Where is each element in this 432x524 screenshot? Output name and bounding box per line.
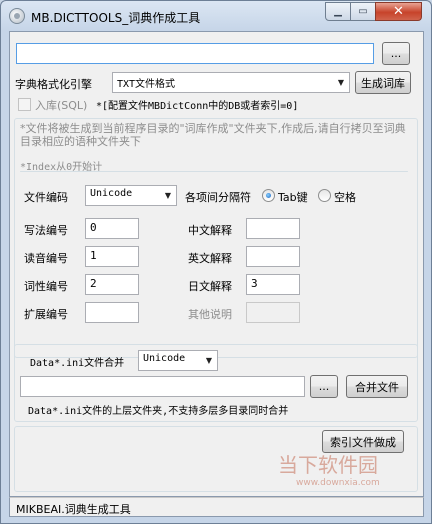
chevron-down-icon: ▼ [164, 191, 171, 200]
output-note: *文件将被生成到当前程序目录的"词库作成"文件夹下,作成后,请自行拷贝至词典目录… [20, 122, 406, 148]
jp-field[interactable]: 3 [246, 274, 300, 295]
minimize-button[interactable]: ▁ [325, 2, 351, 21]
writing-label: 写法编号 [24, 224, 68, 237]
watermark-text: 当下软件园 [278, 453, 378, 477]
reading-field[interactable]: 1 [85, 246, 139, 267]
source-path-input[interactable] [16, 43, 374, 64]
title-bar[interactable]: MB.DICTTOOLS_词典作成工具 ▁ ▭ ✕ [1, 1, 431, 31]
en-field[interactable] [246, 246, 300, 267]
reading-label: 读音编号 [24, 252, 68, 265]
browse-merge-button[interactable]: ... [310, 375, 338, 398]
app-window: MB.DICTTOOLS_词典作成工具 ▁ ▭ ✕ ... 字典格式化引擎 TX… [0, 0, 432, 524]
merge-path-input[interactable] [20, 376, 305, 397]
en-label: 英文解释 [188, 252, 232, 265]
separator-label: 各项间分隔符 [185, 191, 251, 204]
app-icon [9, 8, 25, 24]
format-select[interactable]: TXT文件格式 ▼ [112, 72, 350, 93]
maximize-button[interactable]: ▭ [350, 2, 376, 21]
encoding-select-value: Unicode [90, 188, 133, 199]
chevron-down-icon: ▼ [337, 78, 344, 87]
format-select-value: TXT文件格式 [117, 79, 176, 90]
ext-label: 扩展编号 [24, 308, 68, 321]
status-bar: MIKBEAI.词典生成工具 [9, 497, 424, 517]
divider [20, 171, 408, 172]
import-note: *[配置文件MBDictConn中的DB或者索引=0] [96, 101, 299, 112]
other-field [246, 302, 300, 323]
close-icon: ✕ [393, 4, 404, 19]
settings-group [14, 118, 418, 358]
format-label: 字典格式化引擎 [15, 78, 92, 91]
close-button[interactable]: ✕ [375, 2, 422, 21]
merge-encoding-value: Unicode [143, 353, 186, 364]
merge-note: Data*.ini文件的上层文件夹,不支持多层多目录同时合并 [28, 406, 289, 417]
other-label: 其他说明 [188, 308, 232, 321]
merge-label: Data*.ini文件合并 [30, 358, 125, 369]
import-sql-checkbox[interactable] [18, 98, 31, 111]
window-title: MB.DICTTOOLS_词典作成工具 [31, 11, 201, 25]
space-radio[interactable] [318, 189, 331, 202]
writing-field[interactable]: 0 [85, 218, 139, 239]
merge-encoding-select[interactable]: Unicode ▼ [138, 350, 218, 371]
space-radio-label: 空格 [334, 191, 356, 204]
encoding-label: 文件编码 [24, 191, 68, 204]
import-sql-label: 入库(SQL) [35, 99, 88, 112]
merge-files-button[interactable]: 合并文件 [346, 375, 408, 398]
minimize-icon: ▁ [334, 6, 342, 17]
ext-field[interactable] [85, 302, 139, 323]
pos-field[interactable]: 2 [85, 274, 139, 295]
generate-dict-button[interactable]: 生成词库 [355, 71, 411, 94]
cn-field[interactable] [246, 218, 300, 239]
watermark-url: www.downxia.com [296, 478, 380, 488]
jp-label: 日文解释 [188, 280, 232, 293]
chevron-down-icon: ▼ [205, 356, 212, 365]
tab-radio[interactable] [262, 189, 275, 202]
browse-source-button[interactable]: ... [382, 42, 410, 65]
client-area: ... 字典格式化引擎 TXT文件格式 ▼ 生成词库 入库(SQL) *[配置文… [9, 31, 424, 497]
maximize-icon: ▭ [358, 6, 368, 17]
cn-label: 中文解释 [188, 224, 232, 237]
pos-label: 词性编号 [24, 280, 68, 293]
tab-radio-label: Tab键 [278, 191, 308, 204]
status-text: MIKBEAI.词典生成工具 [16, 503, 131, 516]
encoding-select[interactable]: Unicode ▼ [85, 185, 177, 206]
